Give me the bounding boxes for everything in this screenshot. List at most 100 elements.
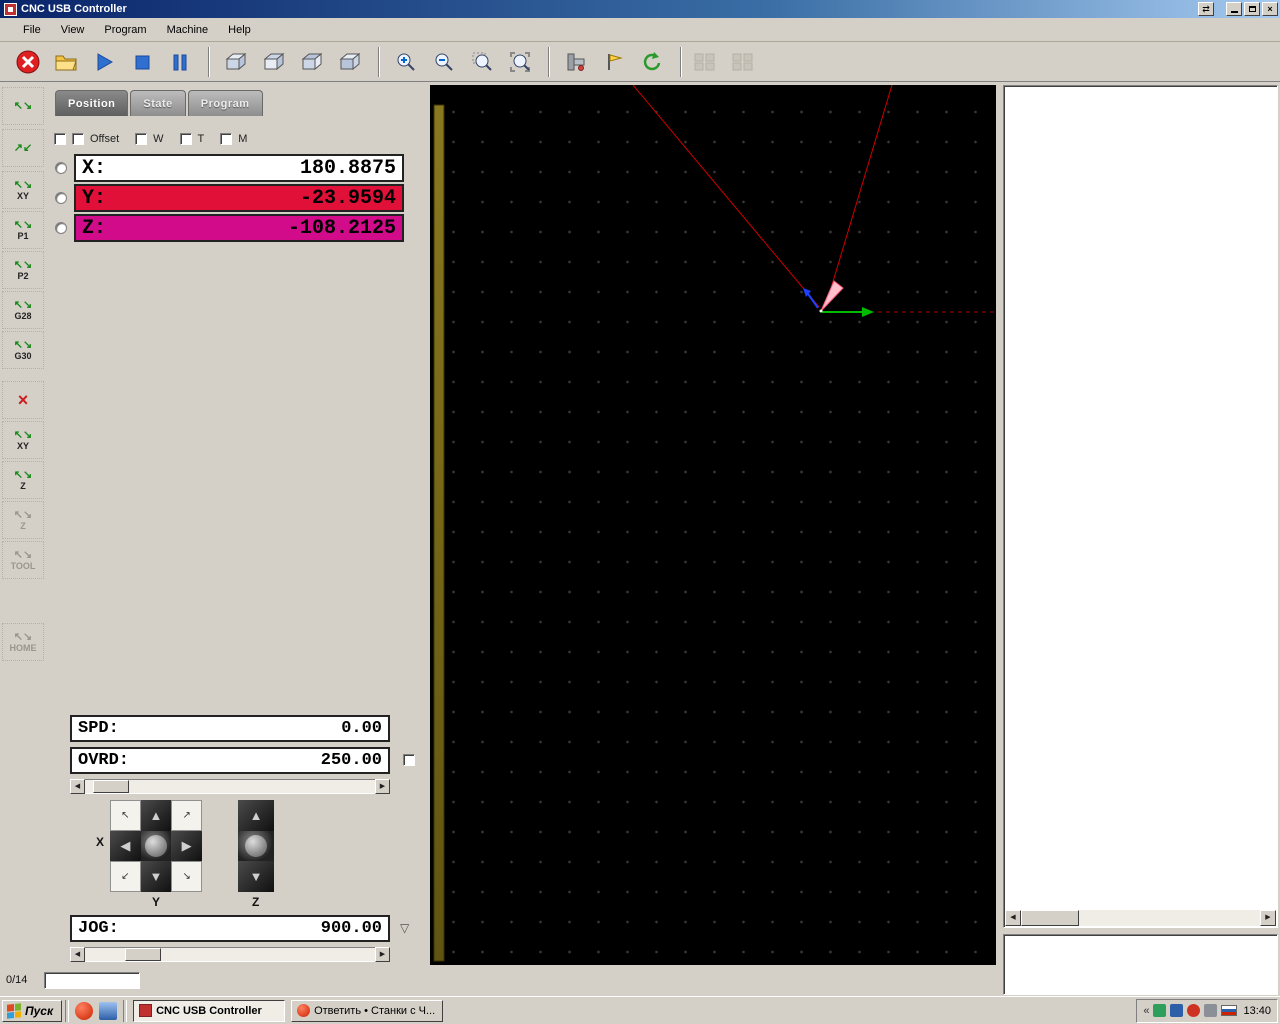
start-button[interactable]: Пуск bbox=[2, 999, 63, 1022]
stop-button[interactable] bbox=[124, 44, 160, 79]
y-axis-radio[interactable] bbox=[55, 192, 67, 204]
tray-expand-icon[interactable]: « bbox=[1143, 1005, 1149, 1017]
jog-z-knob[interactable] bbox=[238, 830, 274, 862]
sidebar-item-zero-xy[interactable]: ↖↘ XY bbox=[2, 421, 44, 459]
slider-left-arrow-icon[interactable]: ◀ bbox=[70, 947, 85, 962]
z-axis-radio[interactable] bbox=[55, 222, 67, 234]
tray-icon-3[interactable] bbox=[1187, 1004, 1201, 1017]
refresh-button[interactable] bbox=[634, 44, 670, 79]
jog-slider[interactable]: ◀ ▶ bbox=[70, 947, 390, 962]
zoom-window-button[interactable] bbox=[464, 44, 500, 79]
tab-program[interactable]: Program bbox=[187, 90, 263, 116]
t-checkbox[interactable] bbox=[179, 133, 192, 145]
offset-checkbox-2[interactable] bbox=[72, 133, 84, 145]
system-tray: « 13:40 bbox=[1136, 998, 1278, 1023]
dock-button[interactable]: ⇄ bbox=[1198, 2, 1214, 16]
sidebar-item-goto-p2[interactable]: ↖↘ P2 bbox=[2, 251, 44, 289]
jog-diagonal-downright-button[interactable]: ↘ bbox=[171, 861, 202, 892]
toolpath-graphics bbox=[433, 85, 996, 962]
sidebar-item-cancel[interactable]: × bbox=[2, 381, 44, 419]
ovrd-display: OVRD: 250.00 bbox=[70, 747, 390, 774]
keyboard-layout-flag-icon[interactable] bbox=[1221, 1005, 1238, 1016]
view-top-button[interactable] bbox=[256, 44, 292, 79]
jog-y-minus-button[interactable]: ▼ bbox=[140, 861, 172, 892]
toolpath-line bbox=[632, 85, 820, 308]
zoom-extents-button[interactable] bbox=[502, 44, 538, 79]
gcode-list-panel[interactable]: ◀ ▶ bbox=[1003, 85, 1278, 928]
machine-button[interactable] bbox=[558, 44, 594, 79]
slider-right-arrow-icon[interactable]: ▶ bbox=[375, 947, 390, 962]
sidebar-item-goto-g30[interactable]: ↖↘ G30 bbox=[2, 331, 44, 369]
tray-icon-2[interactable] bbox=[1170, 1004, 1184, 1017]
close-button[interactable]: × bbox=[1262, 2, 1278, 16]
jog-arrows-icon: ↗↙ bbox=[13, 141, 33, 154]
minimize-button[interactable] bbox=[1226, 2, 1242, 16]
slider-right-arrow-icon[interactable]: ▶ bbox=[375, 779, 390, 794]
jog-x-minus-button[interactable]: ◀ bbox=[110, 830, 141, 862]
x-axis-radio[interactable] bbox=[55, 162, 67, 174]
scroll-right-arrow-icon[interactable]: ▶ bbox=[1260, 910, 1276, 926]
view-front-button[interactable] bbox=[294, 44, 330, 79]
sidebar-item-goto-xy[interactable]: ↖↘ XY bbox=[2, 171, 44, 209]
jog-center-knob[interactable] bbox=[140, 830, 172, 862]
jog-z-plus-button[interactable]: ▲ bbox=[238, 800, 274, 831]
view-side-button[interactable] bbox=[332, 44, 368, 79]
tray-icon-4[interactable] bbox=[1204, 1004, 1218, 1017]
pause-button[interactable] bbox=[162, 44, 198, 79]
jog-x-plus-button[interactable]: ▶ bbox=[171, 830, 202, 862]
sidebar-item-zero-z[interactable]: ↖↘ Z bbox=[2, 461, 44, 499]
view-iso-button[interactable] bbox=[218, 44, 254, 79]
sidebar-item-jog-to-position[interactable]: ↗↙ bbox=[2, 129, 44, 167]
menu-program[interactable]: Program bbox=[95, 21, 155, 39]
zoom-out-button[interactable] bbox=[426, 44, 462, 79]
jog-y-plus-button[interactable]: ▲ bbox=[140, 800, 172, 831]
zoom-out-icon bbox=[435, 53, 453, 71]
open-file-button[interactable] bbox=[48, 44, 84, 79]
sidebar-item-goto-p1[interactable]: ↖↘ P1 bbox=[2, 211, 44, 249]
offset-label: Offset bbox=[90, 133, 120, 145]
jog-slider-thumb[interactable] bbox=[125, 948, 161, 961]
sidebar-item-jog-to-zero[interactable]: ↖↘ bbox=[2, 87, 44, 125]
ovrd-slider-thumb[interactable] bbox=[93, 780, 129, 793]
jog-diagonal-downleft-button[interactable]: ↙ bbox=[110, 861, 141, 892]
w-checkbox[interactable] bbox=[135, 133, 148, 145]
spd-value: 0.00 bbox=[341, 719, 382, 738]
slider-left-arrow-icon[interactable]: ◀ bbox=[70, 779, 85, 794]
output-log-panel[interactable] bbox=[1003, 934, 1278, 995]
emergency-stop-button[interactable] bbox=[10, 44, 46, 79]
ovrd-checkbox[interactable] bbox=[403, 754, 415, 766]
quicklaunch-browser-icon[interactable] bbox=[75, 1001, 94, 1020]
jog-diagonal-upleft-button[interactable]: ↖ bbox=[110, 800, 141, 831]
quicklaunch-desktop-icon[interactable] bbox=[99, 1001, 118, 1020]
toolpath-3d-view[interactable] bbox=[430, 85, 996, 965]
refresh-icon bbox=[643, 51, 661, 70]
hscroll-thumb[interactable] bbox=[1021, 910, 1079, 926]
probe-button[interactable] bbox=[596, 44, 632, 79]
gcode-horizontal-scrollbar[interactable]: ◀ ▶ bbox=[1005, 910, 1276, 926]
offset-pad-icon bbox=[732, 53, 753, 70]
x-axis-value: 180.8875 bbox=[299, 156, 396, 180]
m-checkbox[interactable] bbox=[220, 133, 233, 145]
jog-z-minus-button[interactable]: ▼ bbox=[238, 861, 274, 893]
jog-diagonal-upright-button[interactable]: ↗ bbox=[171, 800, 202, 831]
tab-state[interactable]: State bbox=[130, 90, 186, 116]
emergency-stop-icon bbox=[16, 50, 40, 73]
task-button-browser[interactable]: Ответить • Станки с Ч... bbox=[291, 999, 444, 1022]
run-button[interactable] bbox=[86, 44, 122, 79]
ovrd-slider[interactable]: ◀ ▶ bbox=[70, 779, 390, 794]
menu-machine[interactable]: Machine bbox=[158, 21, 218, 39]
jog-dropdown-icon[interactable]: ▽ bbox=[400, 921, 409, 935]
toolbar-separator bbox=[378, 46, 380, 77]
offset-checkbox-1[interactable] bbox=[54, 133, 66, 145]
task-button-cnc[interactable]: CNC USB Controller bbox=[133, 999, 286, 1022]
tray-icon-1[interactable] bbox=[1153, 1004, 1167, 1017]
menu-file[interactable]: File bbox=[14, 21, 50, 39]
scroll-left-arrow-icon[interactable]: ◀ bbox=[1005, 910, 1021, 926]
menu-view[interactable]: View bbox=[52, 21, 94, 39]
menu-help[interactable]: Help bbox=[219, 21, 260, 39]
sidebar-item-goto-g28[interactable]: ↖↘ G28 bbox=[2, 291, 44, 329]
tab-position[interactable]: Position bbox=[55, 90, 129, 116]
restore-button[interactable] bbox=[1244, 2, 1260, 16]
toolbar-separator bbox=[208, 46, 210, 77]
zoom-in-button[interactable] bbox=[388, 44, 424, 79]
